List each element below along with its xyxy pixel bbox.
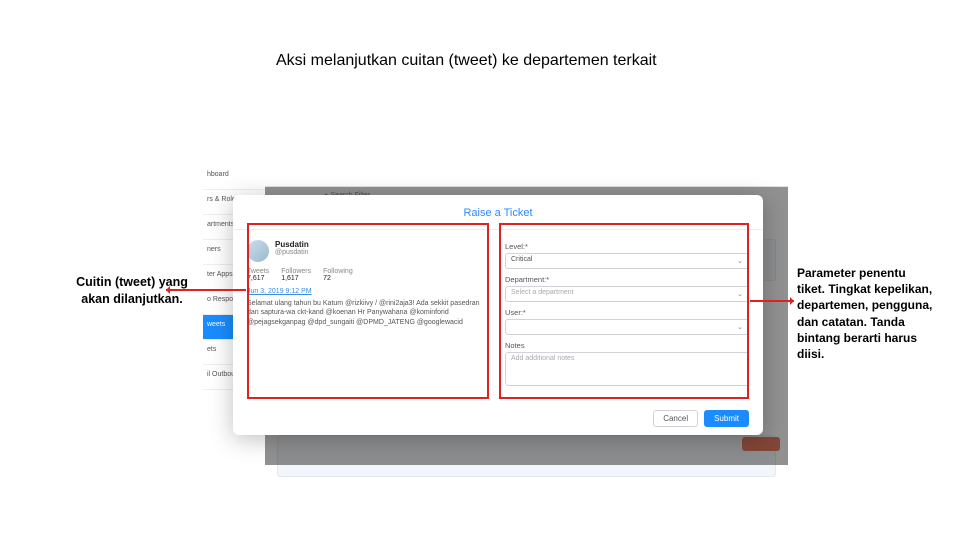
slide-title: Aksi melanjutkan cuitan (tweet) ke depar…: [276, 52, 657, 70]
tweet-preview: Pusdatin @pusdatin Tweets7,617 Followers…: [247, 240, 491, 386]
arrow-left: [166, 289, 246, 291]
level-select[interactable]: Critical⌄: [505, 253, 749, 269]
tweet-handle: @pusdatin: [275, 249, 309, 256]
cancel-button[interactable]: Cancel: [653, 410, 698, 427]
submit-button[interactable]: Submit: [704, 410, 749, 427]
raise-ticket-modal: Raise a Ticket Pusdatin @pusdatin Tweets…: [233, 195, 763, 435]
user-label: User:*: [505, 308, 749, 317]
tweet-author: Pusdatin: [275, 240, 309, 249]
avatar: [247, 240, 269, 262]
stat-value: 72: [323, 275, 331, 282]
stat-label: Following: [323, 268, 353, 275]
department-label: Department:*: [505, 275, 749, 284]
user-select[interactable]: ⌄: [505, 319, 749, 335]
stat-label: Followers: [281, 268, 311, 275]
department-select[interactable]: Select a department⌄: [505, 286, 749, 302]
level-label: Level:*: [505, 242, 749, 251]
right-annotation: Parameter penentu tiket. Tingkat kepelik…: [797, 265, 937, 362]
chevron-down-icon: ⌄: [737, 257, 743, 265]
stat-label: Tweets: [247, 268, 269, 275]
app-header: [203, 165, 788, 187]
ticket-form: Level:* Critical⌄ Department:* Select a …: [505, 240, 749, 386]
stat-value: 7,617: [247, 275, 265, 282]
stat-value: 1,617: [281, 275, 299, 282]
arrow-right: [750, 300, 794, 302]
tweet-text: Selamat ulang tahun bu Katum @rizkiivy /…: [247, 299, 491, 327]
notes-textarea[interactable]: Add additional notes: [505, 352, 749, 386]
chevron-down-icon: ⌄: [737, 323, 743, 331]
tweet-date[interactable]: Jun 3, 2019 9:12 PM: [247, 288, 491, 295]
notes-label: Notes: [505, 341, 749, 350]
chevron-down-icon: ⌄: [737, 290, 743, 298]
sidebar-item[interactable]: hboard: [203, 165, 265, 190]
modal-title: Raise a Ticket: [463, 207, 532, 219]
modal-header: Raise a Ticket: [233, 195, 763, 230]
